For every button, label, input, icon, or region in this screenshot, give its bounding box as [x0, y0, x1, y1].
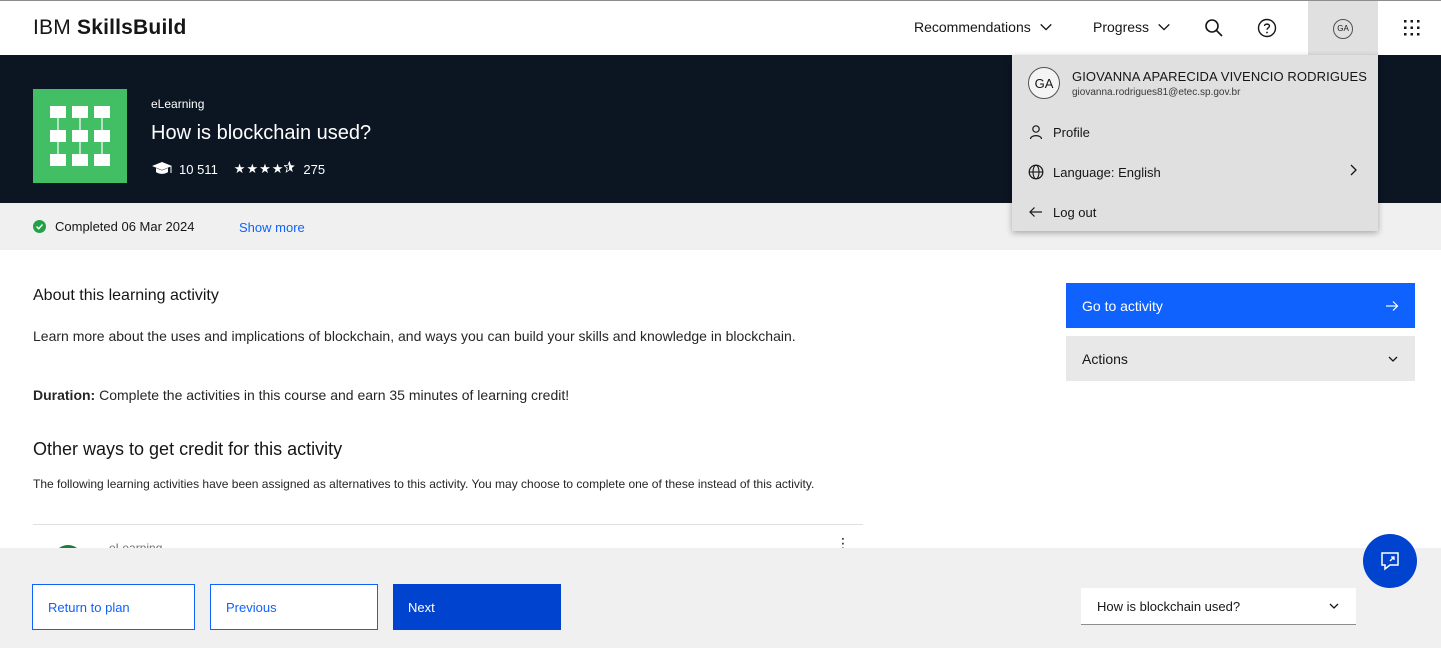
help-icon [1257, 18, 1277, 38]
go-to-activity-label: Go to activity [1082, 297, 1163, 314]
completion-date: Completed 06 Mar 2024 [55, 219, 195, 234]
language-label: Language: English [1053, 164, 1161, 180]
brand-name: SkillsBuild [76, 16, 187, 39]
previous-label: Previous [226, 599, 277, 615]
app-switcher-button[interactable] [1396, 12, 1428, 44]
actions-dropdown[interactable]: Actions [1066, 336, 1415, 381]
rating-stars: ★★★★ [234, 161, 296, 177]
brand-prefix: IBM [33, 16, 71, 39]
activity-select-value: How is blockchain used? [1097, 598, 1241, 614]
top-header: IBM SkillsBuild Recommendations Progress… [0, 0, 1441, 56]
about-description: Learn more about the uses and implicatio… [33, 328, 796, 344]
chat-button[interactable] [1363, 534, 1417, 588]
menu-item-language[interactable]: Language: English [1028, 162, 1161, 182]
return-to-plan-label: Return to plan [48, 599, 130, 615]
nav-progress[interactable]: Progress [1093, 19, 1171, 35]
return-to-plan-button[interactable]: Return to plan [32, 584, 195, 630]
chevron-down-icon [1329, 603, 1339, 609]
menu-item-logout[interactable]: Log out [1028, 202, 1096, 222]
logout-label: Log out [1053, 204, 1097, 220]
brand-logo[interactable]: IBM SkillsBuild [33, 16, 187, 40]
arrow-left-icon [1029, 207, 1042, 217]
chevron-down-icon [1388, 356, 1398, 362]
menu-item-profile[interactable]: Profile [1028, 122, 1090, 142]
app-switcher-icon [1404, 20, 1420, 36]
avatar: GA [1333, 18, 1353, 39]
duration-label: Duration: [33, 387, 96, 403]
rating-stars-full: ★★★★ [233, 161, 285, 176]
check-circle-icon [33, 220, 46, 233]
user-email: giovanna.rodrigues81@etec.sp.gov.br [1072, 87, 1241, 98]
activity-select[interactable]: How is blockchain used? [1081, 588, 1356, 625]
next-label: Next [408, 599, 435, 615]
previous-button[interactable]: Previous [210, 584, 378, 630]
rating-count: 275 [303, 161, 326, 177]
user-name: GIOVANNA APARECIDA VIVENCIO RODRIGUES [1072, 69, 1368, 84]
divider [33, 524, 863, 525]
show-more-link[interactable]: Show more [239, 220, 305, 235]
search-button[interactable] [1198, 12, 1230, 44]
next-button[interactable]: Next [393, 584, 561, 630]
blockchain-pattern-icon [50, 106, 110, 166]
user-dropdown-menu: GA GIOVANNA APARECIDA VIVENCIO RODRIGUES… [1012, 55, 1378, 231]
duration-value: Complete the activities in this course a… [95, 387, 570, 403]
alternatives-description: The following learning activities have b… [33, 477, 815, 491]
globe-icon [1028, 164, 1044, 180]
go-to-activity-button[interactable]: Go to activity [1066, 283, 1415, 328]
menu-avatar: GA [1028, 67, 1060, 99]
course-thumbnail [33, 89, 127, 183]
overflow-menu-icon[interactable]: ⋮ [836, 536, 850, 550]
half-star-icon [283, 161, 296, 173]
nav-recommendations[interactable]: Recommendations [914, 19, 1053, 35]
duration-text: Duration: Complete the activities in thi… [33, 387, 569, 403]
course-type: eLearning [151, 97, 205, 111]
user-icon [1029, 125, 1043, 140]
nav-recommendations-label: Recommendations [914, 19, 1031, 35]
other-ways-heading: Other ways to get credit for this activi… [33, 439, 343, 459]
enrollment-count: 10 511 [179, 161, 218, 177]
profile-label: Profile [1053, 124, 1090, 140]
chevron-down-icon [1040, 23, 1052, 31]
about-heading: About this learning activity [33, 287, 219, 304]
actions-label: Actions [1082, 350, 1128, 367]
course-meta: 10 511 ★★★★ 275 [151, 161, 325, 177]
help-button[interactable] [1251, 12, 1283, 44]
nav-progress-label: Progress [1093, 19, 1150, 35]
search-icon [1205, 19, 1223, 37]
chat-icon [1381, 552, 1399, 571]
chevron-down-icon [1158, 23, 1170, 31]
user-menu-button[interactable]: GA [1308, 1, 1378, 56]
education-icon [152, 162, 172, 174]
chevron-right-icon [1350, 164, 1357, 176]
arrow-right-icon [1386, 300, 1399, 311]
course-title: How is blockchain used? [151, 122, 372, 144]
